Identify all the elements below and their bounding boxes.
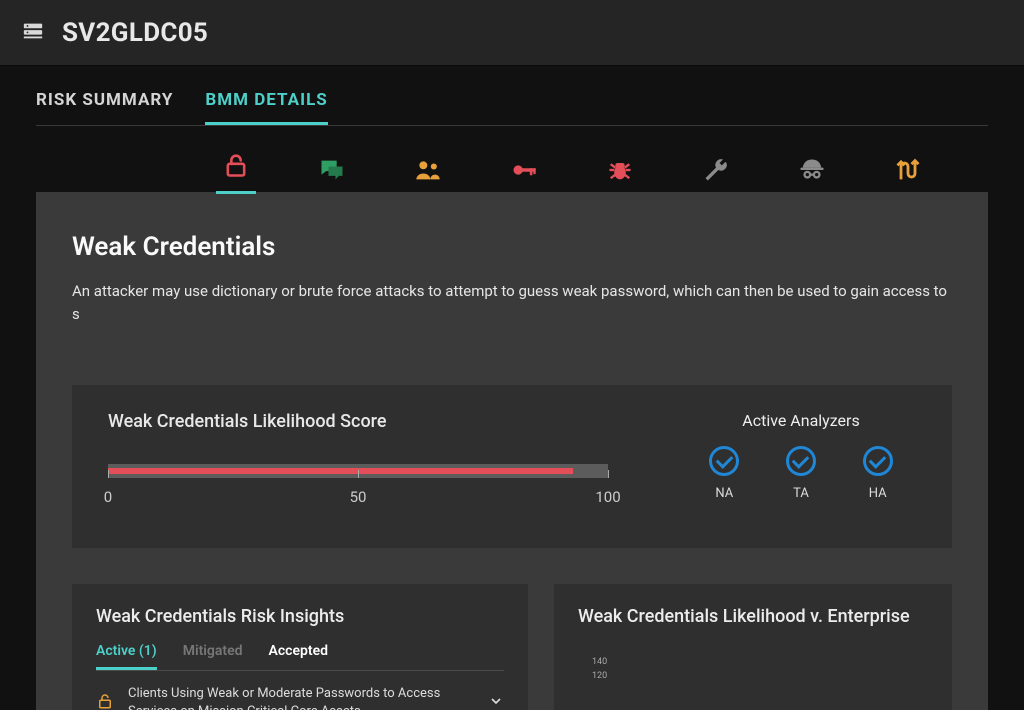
check-icon <box>709 446 739 476</box>
content-panel: Weak Credentials An attacker may use dic… <box>36 192 988 710</box>
likelihood-gauge: 0 50 100 <box>108 464 608 516</box>
tick-min: 0 <box>104 488 112 506</box>
risk-insights-panel: Weak Credentials Risk Insights Active (1… <box>72 584 528 710</box>
category-icon-bar <box>36 152 988 192</box>
lock-icon <box>96 692 114 710</box>
insight-tab-active[interactable]: Active (1) <box>96 643 157 670</box>
insight-text: Clients Using Weak or Moderate Passwords… <box>128 685 474 710</box>
likelihood-title: Weak Credentials Likelihood Score <box>108 411 686 432</box>
server-icon <box>22 20 44 46</box>
enterprise-chart: 140 120 <box>618 667 928 710</box>
insight-row[interactable]: Clients Using Weak or Moderate Passwords… <box>96 685 504 710</box>
check-icon <box>863 446 893 476</box>
section-title: Weak Credentials <box>72 232 952 262</box>
analyzer-ta[interactable]: TA <box>786 446 816 501</box>
people-icon[interactable] <box>408 156 448 188</box>
active-analyzers: Active Analyzers NA TA HA <box>686 411 916 516</box>
analyzers-title: Active Analyzers <box>686 411 916 430</box>
analyzer-ha[interactable]: HA <box>863 446 893 501</box>
analyzer-na[interactable]: NA <box>709 446 739 501</box>
spy-icon[interactable] <box>792 156 832 188</box>
key-icon[interactable] <box>504 156 544 188</box>
top-bar: SV2GLDC05 <box>0 0 1024 66</box>
route-icon[interactable] <box>888 156 928 188</box>
tick-max: 100 <box>595 488 620 506</box>
tick-mid: 50 <box>350 488 367 506</box>
enterprise-title: Weak Credentials Likelihood v. Enterpris… <box>578 606 928 627</box>
tab-risk-summary[interactable]: RISK SUMMARY <box>36 90 173 125</box>
enterprise-panel: Weak Credentials Likelihood v. Enterpris… <box>554 584 952 710</box>
host-title: SV2GLDC05 <box>62 18 208 48</box>
chevron-down-icon <box>488 693 504 710</box>
section-description: An attacker may use dictionary or brute … <box>72 280 952 325</box>
insight-tabs: Active (1) Mitigated Accepted <box>96 643 504 671</box>
main-tabs: RISK SUMMARY BMM DETAILS <box>36 90 988 126</box>
likelihood-score-card: Weak Credentials Likelihood Score 0 50 1… <box>72 385 952 548</box>
insight-tab-accepted[interactable]: Accepted <box>269 643 328 670</box>
tab-bmm-details[interactable]: BMM DETAILS <box>205 90 327 125</box>
insights-title: Weak Credentials Risk Insights <box>96 606 504 627</box>
wrench-icon[interactable] <box>696 156 736 188</box>
chat-icon[interactable] <box>312 156 352 188</box>
lock-icon[interactable] <box>216 151 256 194</box>
insight-tab-mitigated[interactable]: Mitigated <box>183 643 243 670</box>
bug-icon[interactable] <box>600 156 640 188</box>
check-icon <box>786 446 816 476</box>
